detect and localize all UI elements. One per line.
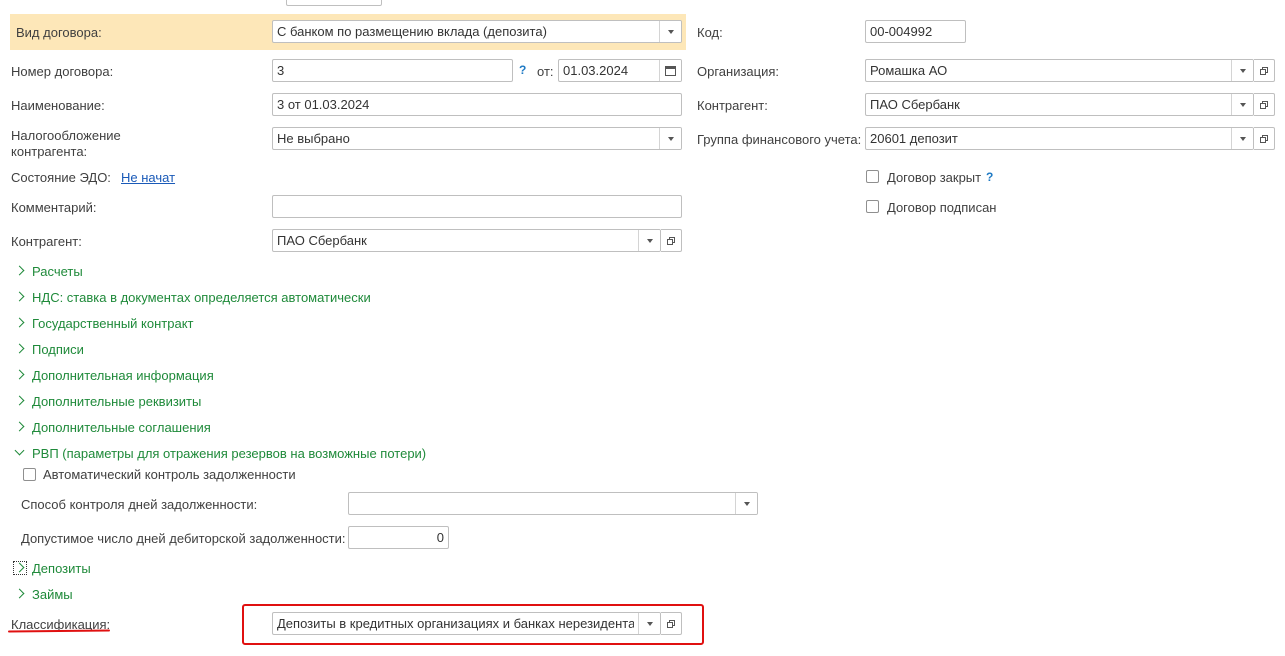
code-label: Код: <box>697 25 723 40</box>
group-additional-details[interactable]: Дополнительные реквизиты <box>14 392 201 410</box>
chevron-right-icon <box>13 561 27 575</box>
chevron-right-icon <box>14 343 26 355</box>
counterparty-left-select[interactable]: ПАО Сбербанк <box>272 229 661 252</box>
calendar-button[interactable] <box>659 60 681 81</box>
organization-label: Организация: <box>697 64 780 79</box>
date-label: от: <box>537 64 554 79</box>
chevron-down-icon <box>667 136 674 141</box>
counterparty-left-label: Контрагент: <box>11 234 82 249</box>
group-loans[interactable]: Займы <box>14 585 73 603</box>
classification-dropdown-button[interactable] <box>638 613 660 634</box>
closed-checkbox[interactable] <box>866 170 879 183</box>
chevron-down-icon <box>667 29 674 34</box>
counterparty-right-select[interactable]: ПАО Сбербанк <box>865 93 1254 116</box>
taxation-label-line1: Налогообложение <box>11 128 121 143</box>
group-additional-agreements[interactable]: Дополнительные соглашения <box>14 418 211 436</box>
open-window-icon <box>1260 134 1268 143</box>
chevron-down-icon <box>1239 136 1246 141</box>
group-rvp[interactable]: РВП (параметры для отражения резервов на… <box>14 444 426 462</box>
number-input[interactable]: 3 <box>272 59 513 82</box>
comment-label: Комментарий: <box>11 200 97 215</box>
name-label: Наименование: <box>11 98 105 113</box>
top-partial-field <box>286 0 382 6</box>
date-input[interactable]: 01.03.2024 <box>558 59 682 82</box>
contract-type-dropdown-button[interactable] <box>659 21 681 42</box>
calendar-icon <box>665 65 676 76</box>
fin-group-open-button[interactable] <box>1254 127 1275 150</box>
signed-checkbox[interactable] <box>866 200 879 213</box>
contract-type-select[interactable]: С банком по размещению вклада (депозита) <box>272 20 682 43</box>
closed-label: Договор закрыт <box>887 170 982 185</box>
signed-label: Договор подписан <box>887 200 997 215</box>
classification-select[interactable]: Депозиты в кредитных организациях и банк… <box>272 612 661 635</box>
organization-dropdown-button[interactable] <box>1231 60 1253 81</box>
allowed-days-label: Допустимое число дней дебиторской задолж… <box>21 531 346 546</box>
chevron-right-icon <box>14 317 26 329</box>
counterparty-right-label: Контрагент: <box>697 98 768 113</box>
counterparty-right-dropdown-button[interactable] <box>1231 94 1253 115</box>
taxation-label-line2: контрагента: <box>11 144 88 159</box>
contract-type-label: Вид договора: <box>16 25 102 40</box>
open-window-icon <box>667 236 675 245</box>
fin-group-label: Группа финансового учета: <box>697 132 862 147</box>
chevron-down-icon <box>743 501 750 506</box>
group-payments[interactable]: Расчеты <box>14 262 83 280</box>
chevron-down-icon <box>14 447 26 459</box>
classification-open-button[interactable] <box>661 612 682 635</box>
group-vat[interactable]: НДС: ставка в документах определяется ав… <box>14 288 371 306</box>
control-method-dropdown-button[interactable] <box>735 493 757 514</box>
fin-group-dropdown-button[interactable] <box>1231 128 1253 149</box>
chevron-right-icon <box>14 265 26 277</box>
taxation-dropdown-button[interactable] <box>659 128 681 149</box>
auto-control-checkbox[interactable] <box>23 468 36 481</box>
control-method-select[interactable] <box>348 492 758 515</box>
chevron-down-icon <box>646 238 653 243</box>
chevron-right-icon <box>14 395 26 407</box>
fin-group-select[interactable]: 20601 депозит <box>865 127 1254 150</box>
chevron-right-icon <box>14 588 26 600</box>
chevron-down-icon <box>646 621 653 626</box>
taxation-select[interactable]: Не выбрано <box>272 127 682 150</box>
number-help-icon[interactable]: ? <box>519 63 526 77</box>
counterparty-left-open-button[interactable] <box>661 229 682 252</box>
chevron-right-icon <box>14 291 26 303</box>
chevron-down-icon <box>1239 102 1246 107</box>
chevron-right-icon <box>14 421 26 433</box>
counterparty-right-open-button[interactable] <box>1254 93 1275 116</box>
group-gov-contract[interactable]: Государственный контракт <box>14 314 193 332</box>
open-window-icon <box>1260 66 1268 75</box>
number-label: Номер договора: <box>11 64 114 79</box>
counterparty-left-dropdown-button[interactable] <box>638 230 660 251</box>
edo-label: Состояние ЭДО: <box>11 170 111 185</box>
open-window-icon <box>1260 100 1268 109</box>
auto-control-label: Автоматический контроль задолженности <box>43 467 296 482</box>
organization-open-button[interactable] <box>1254 59 1275 82</box>
closed-help-icon[interactable]: ? <box>986 170 993 184</box>
chevron-down-icon <box>1239 68 1246 73</box>
comment-input[interactable] <box>272 195 682 218</box>
group-signatures[interactable]: Подписи <box>14 340 84 358</box>
control-method-label: Способ контроля дней задолженности: <box>21 497 258 512</box>
organization-select[interactable]: Ромашка АО <box>865 59 1254 82</box>
group-additional-info[interactable]: Дополнительная информация <box>14 366 214 384</box>
edo-status-link[interactable]: Не начат <box>121 170 175 185</box>
allowed-days-input[interactable]: 0 <box>348 526 449 549</box>
code-input[interactable]: 00-004992 <box>865 20 966 43</box>
chevron-right-icon <box>14 369 26 381</box>
group-deposits[interactable]: Депозиты <box>13 559 91 577</box>
open-window-icon <box>667 619 675 628</box>
name-input[interactable]: 3 от 01.03.2024 <box>272 93 682 116</box>
